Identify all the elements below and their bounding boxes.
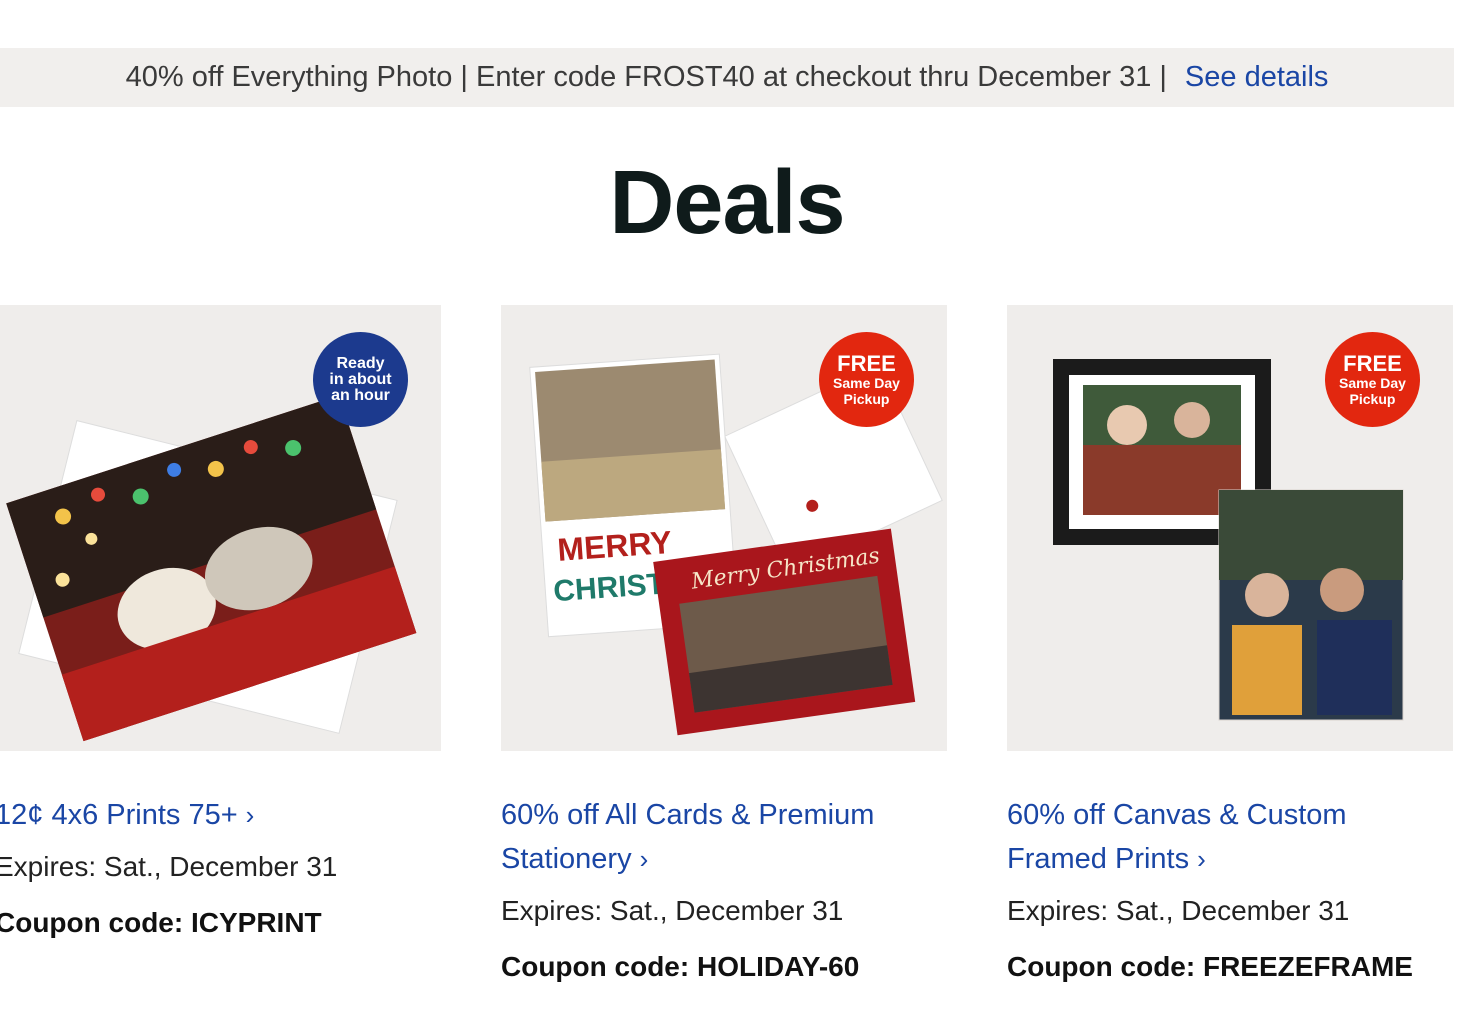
deal-card-prints: Ready in about an hour 12¢ 4x6 Prints 75… bbox=[0, 305, 441, 941]
deal-image-cards[interactable]: MERRY CHRISTMAS Merry Christmas FREE Sam… bbox=[501, 305, 947, 751]
deal-title-link[interactable]: 60% off All Cards & Premium Stationery › bbox=[501, 793, 947, 881]
promo-separator: | bbox=[1159, 61, 1167, 93]
deal-expires: Expires: Sat., December 31 bbox=[1007, 895, 1350, 926]
free-same-day-pickup-badge: FREE Same Day Pickup bbox=[1325, 332, 1420, 427]
deal-title-link[interactable]: 12¢ 4x6 Prints 75+ › bbox=[0, 793, 441, 837]
deal-title-link[interactable]: 60% off Canvas & Custom Framed Prints › bbox=[1007, 793, 1453, 881]
deal-image-prints[interactable]: Ready in about an hour bbox=[0, 305, 441, 751]
deal-expires: Expires: Sat., December 31 bbox=[0, 851, 338, 882]
promo-banner: 40% off Everything Photo | Enter code FR… bbox=[0, 48, 1454, 107]
coupon-code: Coupon code: ICYPRINT bbox=[0, 907, 322, 938]
chevron-right-icon: › bbox=[639, 844, 649, 874]
deal-image-canvas[interactable]: FREE Same Day Pickup bbox=[1007, 305, 1453, 751]
deal-card-cards: MERRY CHRISTMAS Merry Christmas FREE Sam… bbox=[501, 305, 947, 985]
free-same-day-pickup-badge: FREE Same Day Pickup bbox=[819, 332, 914, 427]
coupon-code: Coupon code: FREEZEFRAME bbox=[1007, 951, 1413, 982]
promo-text: 40% off Everything Photo | Enter code FR… bbox=[125, 61, 1152, 93]
chevron-right-icon: › bbox=[245, 800, 255, 830]
deal-card-canvas: FREE Same Day Pickup 60% off Canvas & Cu… bbox=[1007, 305, 1453, 985]
coupon-code: Coupon code: HOLIDAY-60 bbox=[501, 951, 860, 982]
chevron-right-icon: › bbox=[1197, 844, 1206, 874]
ready-in-hour-badge: Ready in about an hour bbox=[313, 332, 408, 427]
see-details-link[interactable]: See details bbox=[1185, 61, 1329, 94]
page-title: Deals bbox=[609, 153, 845, 253]
deal-expires: Expires: Sat., December 31 bbox=[501, 895, 844, 926]
